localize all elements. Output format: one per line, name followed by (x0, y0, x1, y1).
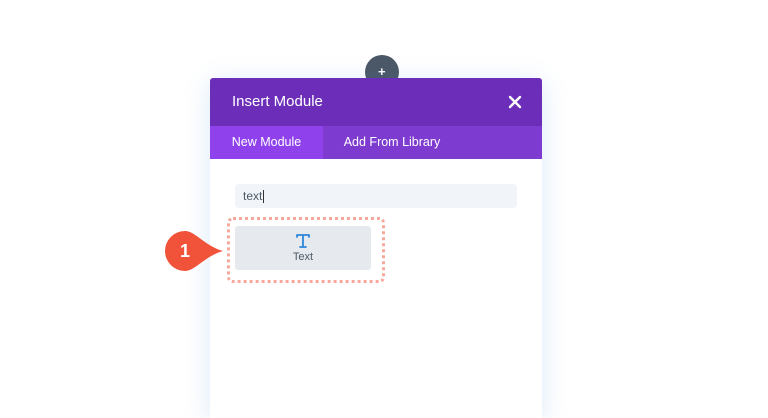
close-icon[interactable] (508, 95, 522, 109)
text-cursor (263, 190, 265, 204)
highlight-outline (227, 217, 385, 283)
step-marker: 1 (165, 231, 225, 271)
tab-new-module[interactable]: New Module (210, 126, 323, 159)
tab-add-from-library[interactable]: Add From Library (323, 126, 461, 159)
module-search-input[interactable]: text (235, 184, 517, 208)
modal-tabs: New Module Add From Library (210, 126, 542, 159)
search-input-value: text (243, 189, 263, 203)
step-number: 1 (179, 241, 190, 261)
modal-header: Insert Module (210, 78, 542, 126)
modal-title: Insert Module (232, 93, 323, 110)
plus-icon: + (378, 64, 386, 79)
